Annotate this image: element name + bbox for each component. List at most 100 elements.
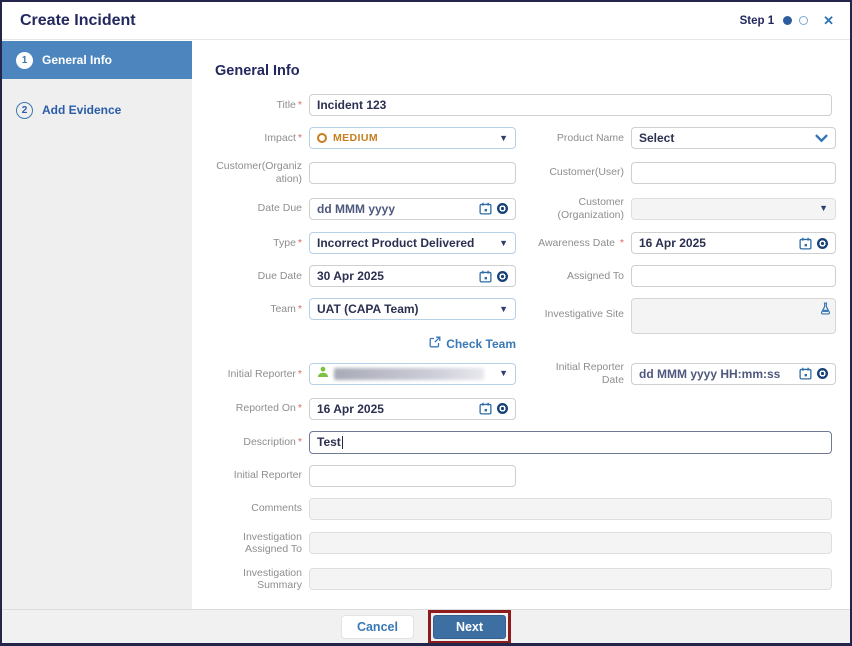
due-date-input-wrap xyxy=(309,265,516,287)
step-1-badge: 1 xyxy=(16,52,33,69)
red-annotation-box: Next xyxy=(428,610,511,644)
investigation-assigned-to-label: Investigation Assigned To xyxy=(212,531,302,556)
assigned-to-input[interactable] xyxy=(639,269,828,283)
reported-on-input[interactable] xyxy=(317,402,479,416)
next-button[interactable]: Next xyxy=(433,615,506,639)
check-team-row: Check Team xyxy=(212,335,850,353)
section-heading: General Info xyxy=(215,63,850,79)
step-indicator-label: Step 1 xyxy=(740,15,775,27)
required-marker: * xyxy=(298,303,302,315)
investigation-summary-input-wrap xyxy=(309,568,832,590)
clear-icon[interactable] xyxy=(497,203,508,214)
customer-organization-input-wrap xyxy=(309,162,516,184)
type-select[interactable]: Incorrect Product Delivered ▼ xyxy=(309,232,516,254)
team-label: Team* xyxy=(212,303,302,316)
check-team-link[interactable]: Check Team xyxy=(446,337,516,351)
title-input-wrap xyxy=(309,94,832,116)
comments-input xyxy=(317,502,824,516)
required-marker: * xyxy=(298,237,302,249)
external-link-icon xyxy=(429,335,441,353)
field-row-title: Title* xyxy=(212,94,850,116)
close-icon[interactable]: ✕ xyxy=(823,13,834,29)
step-dot-2-icon[interactable] xyxy=(799,16,808,25)
clear-icon[interactable] xyxy=(817,238,828,249)
investigation-assigned-to-input-wrap xyxy=(309,532,832,554)
impact-select[interactable]: MEDIUM ▼ xyxy=(309,127,516,149)
field-row-datedue-custorg: Date Due Customer (Organization) ▼ xyxy=(212,196,850,221)
customer-user-input-wrap xyxy=(631,162,836,184)
description-input[interactable]: Test xyxy=(309,431,832,454)
title-input[interactable] xyxy=(317,98,824,112)
dialog-footer: Cancel Next xyxy=(2,609,850,643)
caret-down-icon: ▼ xyxy=(819,204,828,213)
calendar-icon[interactable] xyxy=(799,237,812,250)
sidebar-item-general-info[interactable]: 1 General Info xyxy=(2,41,192,79)
product-name-select[interactable]: Select xyxy=(631,127,836,149)
step-dot-1-icon[interactable] xyxy=(783,16,792,25)
required-marker: * xyxy=(298,368,302,380)
redacted-reporter-name xyxy=(334,368,484,380)
date-due-input-wrap xyxy=(309,198,516,220)
initial-reporter-text-input[interactable] xyxy=(317,469,508,483)
caret-down-icon: ▼ xyxy=(499,369,508,378)
awareness-date-label: Awareness Date * xyxy=(532,237,624,250)
calendar-icon[interactable] xyxy=(799,367,812,380)
field-row-impact-product: Impact* MEDIUM ▼ Product Name Select xyxy=(212,127,850,149)
field-row-type-awareness: Type* Incorrect Product Delivered ▼ Awar… xyxy=(212,232,850,254)
initial-reporter-date-input[interactable] xyxy=(639,367,799,381)
clear-icon[interactable] xyxy=(497,271,508,282)
field-row-team-site: Team* UAT (CAPA Team) ▼ Investigative Si… xyxy=(212,298,850,334)
clear-icon[interactable] xyxy=(497,403,508,414)
team-value: UAT (CAPA Team) xyxy=(317,302,419,316)
investigative-site-textarea[interactable] xyxy=(631,298,836,334)
impact-medium-icon xyxy=(317,133,327,143)
awareness-date-input-wrap xyxy=(631,232,836,254)
customer-user-input[interactable] xyxy=(639,166,828,180)
investigation-summary-input xyxy=(317,572,824,586)
wizard-sidebar: 1 General Info 2 Add Evidence xyxy=(2,41,192,609)
date-due-label: Date Due xyxy=(212,202,302,215)
required-marker: * xyxy=(298,402,302,414)
date-due-input[interactable] xyxy=(317,202,479,216)
type-value: Incorrect Product Delivered xyxy=(317,236,474,250)
required-marker: * xyxy=(298,132,302,144)
team-select[interactable]: UAT (CAPA Team) ▼ xyxy=(309,298,516,320)
initial-reporter-date-label: Initial Reporter Date xyxy=(532,361,624,386)
initial-reporter-text-label: Initial Reporter xyxy=(212,469,302,482)
due-date-input[interactable] xyxy=(317,269,479,283)
awareness-date-input[interactable] xyxy=(639,236,799,250)
field-row-comments: Comments xyxy=(212,498,850,520)
customer-organization-select[interactable]: ▼ xyxy=(631,198,836,220)
customer-organization-select-label: Customer (Organization) xyxy=(532,196,624,221)
clear-icon[interactable] xyxy=(817,368,828,379)
calendar-icon[interactable] xyxy=(479,402,492,415)
assigned-to-input-wrap xyxy=(631,265,836,287)
form-panel: General Info Title* Impact* MEDIUM ▼ Pro… xyxy=(192,41,850,609)
required-marker: * xyxy=(620,237,624,249)
field-row-initial-reporter-text: Initial Reporter xyxy=(212,465,850,487)
sidebar-item-label: Add Evidence xyxy=(42,103,121,117)
type-label: Type* xyxy=(212,237,302,250)
cancel-button[interactable]: Cancel xyxy=(341,615,414,639)
field-row-reported-on: Reported On* xyxy=(212,398,850,420)
reported-on-label: Reported On* xyxy=(212,402,302,415)
initial-reporter-select[interactable]: ▼ xyxy=(309,363,516,385)
person-icon xyxy=(317,366,329,381)
field-row-investigation-assigned: Investigation Assigned To xyxy=(212,531,850,556)
investigation-assigned-to-input xyxy=(317,536,824,550)
investigative-site-label: Investigative Site xyxy=(532,308,624,321)
calendar-icon[interactable] xyxy=(479,202,492,215)
customer-organization-input[interactable] xyxy=(317,166,508,180)
impact-label: Impact* xyxy=(212,132,302,145)
field-row-reporter: Initial Reporter* ▼ Initial Reporter Dat… xyxy=(212,361,850,386)
check-team-wrap: Check Team xyxy=(309,335,516,353)
initial-reporter-label: Initial Reporter* xyxy=(212,368,302,381)
sidebar-item-add-evidence[interactable]: 2 Add Evidence xyxy=(2,91,192,129)
caret-down-icon: ▼ xyxy=(499,239,508,248)
description-value: Test xyxy=(317,435,341,449)
field-row-duedate-assigned: Due Date Assigned To xyxy=(212,265,850,287)
calendar-icon[interactable] xyxy=(479,270,492,283)
site-picker-flask-icon[interactable] xyxy=(820,302,831,318)
field-row-description: Description* Test xyxy=(212,431,850,454)
dialog-title: Create Incident xyxy=(20,12,136,30)
